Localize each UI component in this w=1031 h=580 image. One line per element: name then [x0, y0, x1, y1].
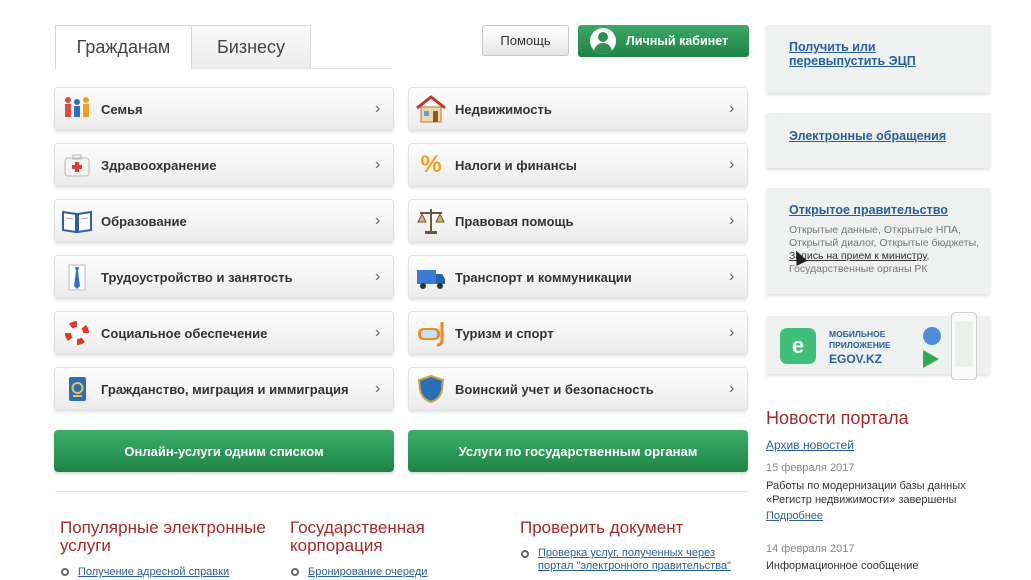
check-services-link[interactable]: Проверка услуг, полученных через портал … [538, 547, 738, 573]
app-store-icon[interactable] [923, 327, 941, 345]
ecp-box: Получить или перевыпустить ЭЦП [766, 25, 990, 93]
news-more-link[interactable]: Подробнее [766, 510, 823, 522]
diving-mask-icon [414, 316, 448, 350]
open-government-description: Открытые данные, Открытые НПА, Открытый … [789, 224, 989, 276]
category-label: Трудоустройство и занятость [101, 269, 293, 285]
category-legal-aid[interactable]: Правовая помощь › [408, 199, 748, 243]
category-label: Здравоохранение [101, 157, 217, 173]
google-play-icon[interactable] [923, 350, 939, 368]
chevron-right-icon: › [729, 268, 735, 285]
section-divider [55, 491, 749, 492]
truck-icon [414, 260, 448, 294]
check-document-title: Проверить документ [520, 518, 684, 537]
news-date: 15 февраля 2017 [766, 462, 855, 474]
family-icon [60, 92, 94, 126]
phone-illustration-icon [951, 312, 977, 380]
chevron-right-icon: › [729, 380, 735, 397]
category-label: Туризм и спорт [455, 325, 554, 341]
percent-icon: % [420, 151, 442, 178]
chevron-right-icon: › [375, 100, 381, 117]
chevron-right-icon: › [729, 212, 735, 229]
category-real-estate[interactable]: Недвижимость › [408, 87, 748, 131]
category-employment[interactable]: Трудоустройство и занятость › [54, 255, 394, 299]
tab-business[interactable]: Бизнесу [192, 25, 311, 69]
bullet-icon [291, 568, 299, 576]
personal-cabinet-label: Личный кабинет [626, 34, 729, 48]
category-healthcare[interactable]: Здравоохранение › [54, 143, 394, 187]
shield-icon [414, 372, 448, 406]
category-taxes-finance[interactable]: % Налоги и финансы › [408, 143, 748, 187]
tab-citizens[interactable]: Гражданам [55, 25, 192, 69]
state-corporation-title: Государственная корпорация [290, 518, 425, 555]
category-label: Налоги и финансы [455, 157, 577, 173]
egov-app-logo-icon: e [780, 328, 816, 364]
category-transport[interactable]: Транспорт и коммуникации › [408, 255, 748, 299]
citizen-business-tabs: Гражданам Бизнесу [55, 25, 311, 69]
category-label: Семья [101, 101, 143, 117]
open-government-link[interactable]: Открытое правительство [789, 203, 948, 217]
chevron-right-icon: › [375, 156, 381, 173]
chevron-right-icon: › [729, 100, 735, 117]
category-education[interactable]: Образование › [54, 199, 394, 243]
services-by-agency-button[interactable]: Услуги по государственным органам [408, 430, 748, 472]
personal-cabinet-button[interactable]: Личный кабинет [578, 25, 749, 57]
online-services-list-button[interactable]: Онлайн-услуги одним списком [54, 430, 394, 472]
minister-appointment-link[interactable]: Запись на прием к министру [789, 250, 927, 262]
category-label: Транспорт и коммуникации [455, 269, 632, 285]
appeals-box: Электронные обращения [766, 113, 990, 168]
address-certificate-link[interactable]: Получение адресной справки [78, 566, 229, 579]
news-date: 14 февраля 2017 [766, 543, 855, 555]
bullet-icon [521, 550, 529, 558]
category-military-security[interactable]: Воинский учет и безопасность › [408, 367, 748, 411]
news-item-text[interactable]: Работы по модернизации базы данных «Реги… [766, 479, 996, 507]
chevron-right-icon: › [375, 380, 381, 397]
scales-icon [414, 204, 448, 238]
electronic-appeals-link[interactable]: Электронные обращения [789, 129, 946, 143]
house-icon [414, 92, 448, 126]
tie-shirt-icon [60, 260, 94, 294]
category-label: Образование [101, 213, 187, 229]
news-archive-link[interactable]: Архив новостей [766, 438, 854, 452]
news-item-text[interactable]: Информационное сообщение [766, 559, 996, 573]
passport-icon [60, 372, 94, 406]
open-government-box: Открытое правительство Открытые данные, … [766, 188, 990, 294]
tabs-divider [192, 68, 392, 69]
chevron-right-icon: › [729, 156, 735, 173]
get-ecp-link[interactable]: Получить или перевыпустить ЭЦП [789, 40, 969, 68]
first-aid-kit-icon [60, 148, 94, 182]
chevron-right-icon: › [375, 324, 381, 341]
category-social-security[interactable]: Социальное обеспечение › [54, 311, 394, 355]
chevron-right-icon: › [375, 212, 381, 229]
help-button[interactable]: Помощь [482, 25, 569, 56]
category-label: Недвижимость [455, 101, 552, 117]
category-label: Социальное обеспечение [101, 325, 268, 341]
queue-booking-link[interactable]: Бронирование очереди [308, 566, 427, 579]
category-tourism-sport[interactable]: Туризм и спорт › [408, 311, 748, 355]
category-label: Правовая помощь [455, 213, 574, 229]
category-label: Гражданство, миграция и иммиграция [101, 381, 349, 397]
mobile-app-label: МОБИЛЬНОЕ ПРИЛОЖЕНИЕ [829, 329, 891, 350]
portal-news-title: Новости портала [766, 408, 909, 428]
category-citizenship-migration[interactable]: Гражданство, миграция и иммиграция › [54, 367, 394, 411]
category-label: Воинский учет и безопасность [455, 381, 654, 397]
book-icon [60, 204, 94, 238]
mobile-app-name: EGOV.KZ [829, 352, 882, 366]
popular-services-title: Популярные электронные услуги [60, 518, 266, 555]
user-avatar-icon [590, 28, 616, 54]
lifebuoy-icon [60, 316, 94, 350]
chevron-right-icon: › [375, 268, 381, 285]
open-gov-text: Открытые данные, Открытые НПА, Открытый … [789, 224, 980, 249]
category-family[interactable]: Семья › [54, 87, 394, 131]
chevron-right-icon: › [729, 324, 735, 341]
bullet-icon [61, 568, 69, 576]
mobile-app-banner[interactable]: e МОБИЛЬНОЕ ПРИЛОЖЕНИЕ EGOV.KZ [766, 312, 990, 380]
